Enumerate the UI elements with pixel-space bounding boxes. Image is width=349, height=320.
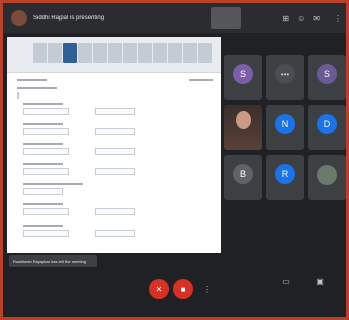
bottom-bar: ✕ ■ ⋮ ▭ ▣ xyxy=(3,271,346,317)
participant-name xyxy=(226,192,260,197)
chat-icon[interactable]: ✉ xyxy=(313,14,320,23)
shared-toolbar-button xyxy=(183,43,197,63)
meeting-window: Siddhi Rajpal is presenting ⊞ ☺ ✉ ⋮ Rush… xyxy=(0,0,349,320)
form-label xyxy=(23,225,63,227)
shared-toolbar-button xyxy=(153,43,167,63)
form-field xyxy=(23,108,69,115)
form-field xyxy=(95,148,135,155)
form-label xyxy=(17,87,57,89)
participant-tile[interactable]: R xyxy=(266,155,304,200)
participant-name xyxy=(310,92,344,97)
participant-grid: S ••• S N D B R xyxy=(224,55,346,255)
form-label xyxy=(23,163,63,165)
present-now-button[interactable]: ▣ xyxy=(307,277,333,301)
participant-avatar: S xyxy=(317,64,337,84)
more-icon[interactable]: ⋮ xyxy=(334,14,342,23)
form-field xyxy=(95,168,135,175)
shared-toolbar-button xyxy=(33,43,47,63)
presenter-avatar xyxy=(11,10,27,26)
shared-toolbar-button xyxy=(48,43,62,63)
participant-video xyxy=(236,111,251,129)
participant-tile[interactable]: S xyxy=(224,55,262,100)
form-label xyxy=(23,143,63,145)
mic-off-icon[interactable]: ✕ xyxy=(149,279,169,299)
participant-tile[interactable]: S xyxy=(308,55,346,100)
participant-avatar: B xyxy=(233,164,253,184)
shared-screen-toolbar xyxy=(7,37,221,73)
form-field xyxy=(23,148,69,155)
form-field xyxy=(95,230,135,237)
participant-tile[interactable] xyxy=(308,155,346,200)
participant-name xyxy=(268,142,302,147)
participant-avatar: R xyxy=(275,164,295,184)
shared-screen xyxy=(7,37,221,253)
participant-name xyxy=(310,142,344,147)
form-field xyxy=(23,230,69,237)
shared-toolbar-button xyxy=(63,43,77,63)
camera-off-icon[interactable]: ■ xyxy=(173,279,193,299)
more-options-icon[interactable]: ⋮ xyxy=(197,279,217,299)
form-label xyxy=(17,79,47,81)
participant-name xyxy=(226,92,260,97)
people-icon[interactable]: ☺ xyxy=(297,14,305,23)
shared-toolbar-button xyxy=(93,43,107,63)
participant-tile[interactable]: D xyxy=(308,105,346,150)
self-view-tile[interactable] xyxy=(211,7,242,29)
shared-toolbar-button xyxy=(198,43,212,63)
grid-view-icon[interactable]: ⊞ xyxy=(282,14,289,23)
form-label xyxy=(23,103,63,105)
form-field xyxy=(23,168,69,175)
captions-button[interactable]: ▭ xyxy=(273,277,299,301)
shared-toolbar-button xyxy=(123,43,137,63)
shared-toolbar-button xyxy=(168,43,182,63)
participant-tile[interactable]: N xyxy=(266,105,304,150)
participant-name xyxy=(310,192,344,197)
shared-toolbar-button xyxy=(78,43,92,63)
presenter-label: Siddhi Rajpal is presenting xyxy=(33,15,105,21)
participant-name xyxy=(268,192,302,197)
participant-tile[interactable]: ••• xyxy=(266,55,304,100)
top-bar: Siddhi Rajpal is presenting ⊞ ☺ ✉ ⋮ xyxy=(3,3,346,33)
participant-tile[interactable] xyxy=(224,105,262,150)
participant-avatar: D xyxy=(317,114,337,134)
present-now-icon: ▣ xyxy=(316,277,324,286)
participant-avatar: N xyxy=(275,114,295,134)
speaking-indicator-icon: ••• xyxy=(275,64,295,84)
left-meeting-toast: Rushikesh Rayapkar has left the meeting xyxy=(9,255,97,267)
participant-avatar: S xyxy=(233,64,253,84)
form-field xyxy=(95,108,135,115)
form-field xyxy=(95,128,135,135)
participant-photo xyxy=(317,165,337,185)
shared-toolbar-button xyxy=(138,43,152,63)
participant-name xyxy=(268,92,302,97)
shared-screen-form xyxy=(17,79,213,249)
form-label xyxy=(23,123,63,125)
participant-tile[interactable]: B xyxy=(224,155,262,200)
form-label xyxy=(23,203,63,205)
captions-icon: ▭ xyxy=(282,277,290,286)
form-field xyxy=(95,208,135,215)
form-field xyxy=(23,188,63,195)
shared-toolbar-button xyxy=(108,43,122,63)
form-label xyxy=(23,183,83,185)
participant-name xyxy=(226,142,260,147)
form-field xyxy=(17,92,19,99)
form-field xyxy=(23,128,69,135)
form-field xyxy=(23,208,69,215)
